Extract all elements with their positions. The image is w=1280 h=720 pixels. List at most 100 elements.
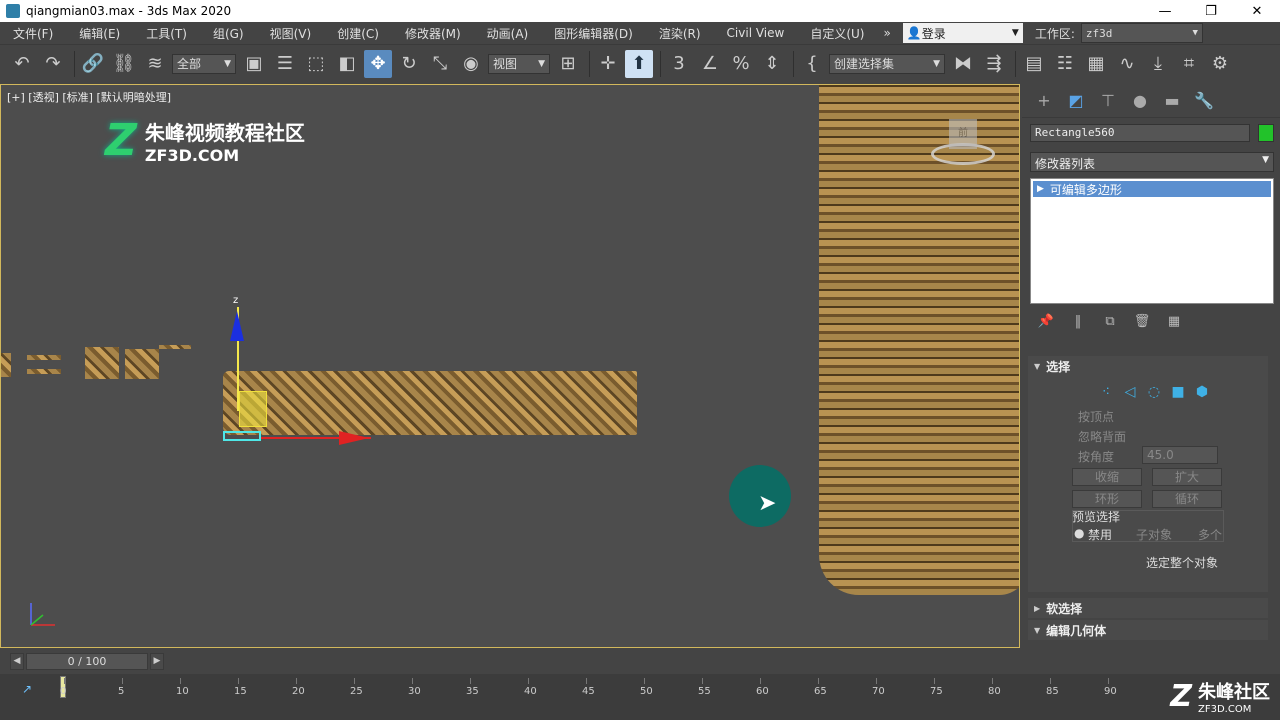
reference-coordinate-dropdown[interactable]: 视图 ▼ [488,53,550,74]
wall-fragment[interactable] [27,369,61,374]
expand-triangle-icon[interactable]: ▶ [1037,184,1044,194]
preview-multi-radio[interactable]: 多个 [1198,526,1222,543]
close-button[interactable]: ✕ [1234,4,1280,19]
menu-rendering[interactable]: 渲染(R) [646,25,714,42]
snaps-toggle-icon[interactable]: 3 [665,50,693,78]
minimize-button[interactable]: — [1142,4,1188,19]
align-icon[interactable]: ⇶ [980,50,1008,78]
soft-selection-header[interactable]: ▶ 软选择 [1028,598,1268,618]
edit-geometry-rollout[interactable]: ▼ 编辑几何体 [1028,620,1268,640]
wall-fragment[interactable] [85,347,119,379]
menu-overflow-button[interactable]: » [877,26,896,40]
unlink-icon[interactable]: ⛓ [110,50,138,78]
undo-icon[interactable]: ↶ [8,50,36,78]
gizmo-z-arrow[interactable] [230,311,244,341]
wall-segment[interactable] [223,371,637,435]
percent-snap-icon[interactable]: % [727,50,755,78]
preview-subobject-radio[interactable]: 子对象 [1136,526,1172,543]
ribbon-toggle-icon[interactable]: ▦ [1082,50,1110,78]
hierarchy-tab-icon[interactable]: ⊤ [1092,91,1124,110]
rectangular-selection-icon[interactable]: ⬚ [302,50,330,78]
wall-fragment[interactable] [1,353,11,377]
menu-views[interactable]: 视图(V) [257,25,325,42]
login-dropdown[interactable]: 👤 登录 ▼ [902,23,1023,43]
angle-snap-icon[interactable]: ∠ [696,50,724,78]
pin-stack-icon[interactable]: 📌 [1030,314,1062,329]
spinner-snap-icon[interactable]: ⇕ [758,50,786,78]
track-bar[interactable]: ↗ 0 5 10 15 20 25 30 35 40 45 50 55 60 65 70 75 80 85 90 Z… [0,674,1280,720]
menu-create[interactable]: 创建(C) [324,25,392,42]
soft-selection-rollout[interactable]: ▶ 软选择 [1028,598,1268,618]
menu-group[interactable]: 组(G) [200,25,257,42]
scene-explorer-icon[interactable]: ▤ [1020,50,1048,78]
ignore-backfacing-checkbox[interactable]: 忽略背面 [1078,428,1126,445]
frame-ruler[interactable]: 0 5 10 15 20 25 30 35 40 45 50 55 60 65 70 75 80 85 90 [60,674,1140,720]
curve-editor-icon[interactable]: ∿ [1113,50,1141,78]
edit-named-selection-icon[interactable]: { [798,50,826,78]
show-end-result-icon[interactable]: ‖ [1062,314,1094,329]
object-color-swatch[interactable] [1258,124,1274,142]
rotate-icon[interactable]: ↻ [395,50,423,78]
create-tab-icon[interactable]: + [1028,91,1060,110]
edge-mode-icon[interactable]: ◁ [1118,384,1142,404]
gizmo-x-arrow[interactable] [339,431,369,445]
redo-icon[interactable]: ↷ [39,50,67,78]
preview-disabled-radio[interactable]: 禁用 [1088,526,1112,543]
curve-editor-mini-icon[interactable]: ↗ [22,682,32,696]
viewcube-face[interactable]: 前 [949,119,977,149]
menu-file[interactable]: 文件(F) [0,25,66,42]
menu-modifiers[interactable]: 修改器(M) [392,25,474,42]
object-name-field[interactable]: Rectangle560 [1030,124,1250,142]
modifier-list-dropdown[interactable]: 修改器列表 ▼ [1030,152,1274,172]
schematic-view-icon[interactable]: ⤓ [1144,50,1172,78]
selection-filter-dropdown[interactable]: 全部 ▼ [172,53,236,74]
viewport-label[interactable]: [+] [透视] [标准] [默认明暗处理] [7,89,171,105]
by-vertex-checkbox[interactable]: 按顶点 [1078,408,1114,425]
modifier-stack-item[interactable]: ▶ 可编辑多边形 [1033,181,1271,197]
menu-animation[interactable]: 动画(A) [474,25,542,42]
menu-civil-view[interactable]: Civil View [714,26,798,40]
polygon-mode-icon[interactable]: ■ [1166,384,1190,404]
next-frame-button[interactable]: ▶ [150,653,164,670]
select-by-name-icon[interactable]: ☰ [271,50,299,78]
perspective-viewport[interactable]: [+] [透视] [标准] [默认明暗处理] Z 朱峰视频教程社区 ZF3D.C… [0,84,1020,648]
modify-tab-icon[interactable]: ◩ [1060,91,1092,110]
display-tab-icon[interactable]: ▬ [1156,91,1188,110]
mirror-icon[interactable]: ⧓ [949,50,977,78]
render-setup-icon[interactable]: ⚙ [1206,50,1234,78]
menu-customize[interactable]: 自定义(U) [797,25,877,42]
pivot-center-icon[interactable]: ⊞ [554,50,582,78]
element-mode-icon[interactable]: ⬢ [1190,384,1214,404]
place-icon[interactable]: ◉ [457,50,485,78]
select-manipulate-icon[interactable]: ✛ [594,50,622,78]
select-object-icon[interactable]: ▣ [240,50,268,78]
menu-edit[interactable]: 编辑(E) [66,25,133,42]
wall-fragment[interactable] [27,355,61,360]
loop-button[interactable]: 循环 [1152,490,1222,508]
vertex-mode-icon[interactable]: ⁖ [1094,384,1118,404]
bind-space-warp-icon[interactable]: ≋ [141,50,169,78]
edit-geometry-header[interactable]: ▼ 编辑几何体 [1028,620,1268,640]
menu-graph-editors[interactable]: 图形编辑器(D) [541,25,646,42]
selection-rollout-header[interactable]: ▼ 选择 [1028,356,1268,376]
ring-button[interactable]: 环形 [1072,490,1142,508]
shrink-button[interactable]: 收缩 [1072,468,1142,486]
maximize-button[interactable]: ❐ [1188,4,1234,19]
viewcube[interactable]: 前 [931,119,995,173]
move-icon[interactable]: ✥ [364,49,392,78]
link-icon[interactable]: 🔗 [79,50,107,78]
named-selection-dropdown[interactable]: 创建选择集 ▼ [829,53,945,74]
time-slider-thumb[interactable]: 0 / 100 [26,653,148,670]
workspace-dropdown[interactable]: zf3d ▼ [1080,23,1203,43]
scale-icon[interactable]: ⤡ [426,50,454,78]
grow-button[interactable]: 扩大 [1152,468,1222,486]
utilities-tab-icon[interactable]: 🔧 [1188,91,1220,110]
configure-modifier-sets-icon[interactable]: ▦ [1158,314,1190,329]
previous-frame-button[interactable]: ◀ [10,653,24,670]
wall-fragment[interactable] [159,345,191,349]
border-mode-icon[interactable]: ◌ [1142,384,1166,404]
layer-explorer-icon[interactable]: ☷ [1051,50,1079,78]
by-angle-checkbox[interactable]: 按角度 [1078,448,1114,465]
gizmo-plane-handle[interactable] [239,391,267,427]
window-crossing-icon[interactable]: ◧ [333,50,361,78]
